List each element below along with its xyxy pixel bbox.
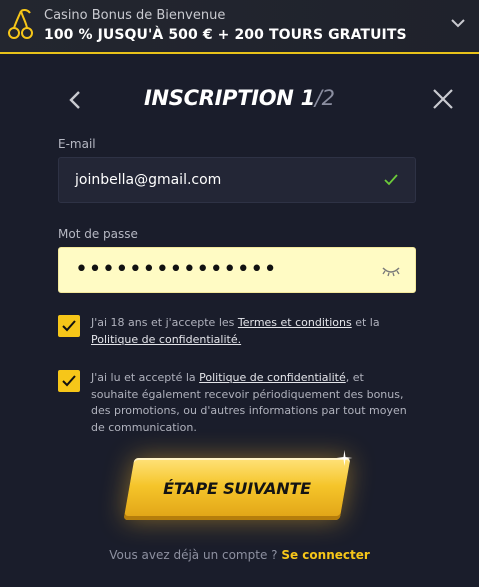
terms-link[interactable]: Termes et conditions	[238, 316, 352, 329]
chevron-left-icon[interactable]	[64, 88, 86, 112]
terms-text-part: J'ai 18 ans et j'accepte les	[91, 316, 238, 329]
login-prompt: Vous avez déjà un compte ? Se connecter	[0, 548, 479, 562]
title-step: INSCRIPTION 1	[144, 86, 315, 110]
privacy-policy-link[interactable]: Politique de confidentialité	[199, 371, 346, 384]
password-value: •••••••••••••••	[75, 257, 278, 282]
terms-text: J'ai 18 ans et j'accepte les Termes et c…	[91, 315, 411, 348]
close-icon[interactable]	[432, 88, 454, 110]
marketing-checkbox[interactable]	[58, 370, 80, 392]
privacy-link[interactable]: Politique de confidentialité.	[91, 333, 241, 346]
next-step-button[interactable]: ÉTAPE SUIVANTE	[123, 450, 353, 520]
banner-title: 100 % JUSQU'À 500 € + 200 TOURS GRATUITS	[44, 27, 407, 43]
login-link[interactable]: Se connecter	[281, 548, 369, 562]
eye-closed-icon[interactable]	[381, 264, 401, 278]
check-icon	[384, 174, 398, 186]
sparkle-icon	[336, 450, 353, 466]
email-label: E-mail	[58, 137, 96, 151]
password-field[interactable]: •••••••••••••••	[58, 247, 416, 293]
title-step-total: /2	[314, 86, 335, 110]
terms-text-part: et la	[351, 316, 380, 329]
terms-checkbox[interactable]	[58, 315, 80, 337]
check-icon	[62, 320, 76, 332]
marketing-text: J'ai lu et accepté la Politique de confi…	[91, 370, 411, 436]
next-step-label: ÉTAPE SUIVANTE	[163, 479, 311, 498]
modal-title: INSCRIPTION 1/2	[144, 86, 335, 110]
check-icon	[62, 375, 76, 387]
password-label: Mot de passe	[58, 227, 138, 241]
email-value: joinbella@gmail.com	[75, 172, 222, 188]
email-field[interactable]: joinbella@gmail.com	[58, 157, 416, 203]
login-prompt-text: Vous avez déjà un compte ?	[109, 548, 282, 562]
banner-subtitle: Casino Bonus de Bienvenue	[44, 8, 226, 23]
marketing-text-part: J'ai lu et accepté la	[91, 371, 200, 384]
bonus-banner[interactable]: Casino Bonus de Bienvenue 100 % JUSQU'À …	[0, 0, 479, 54]
cherries-icon	[8, 8, 33, 39]
chevron-down-icon[interactable]	[449, 14, 467, 32]
